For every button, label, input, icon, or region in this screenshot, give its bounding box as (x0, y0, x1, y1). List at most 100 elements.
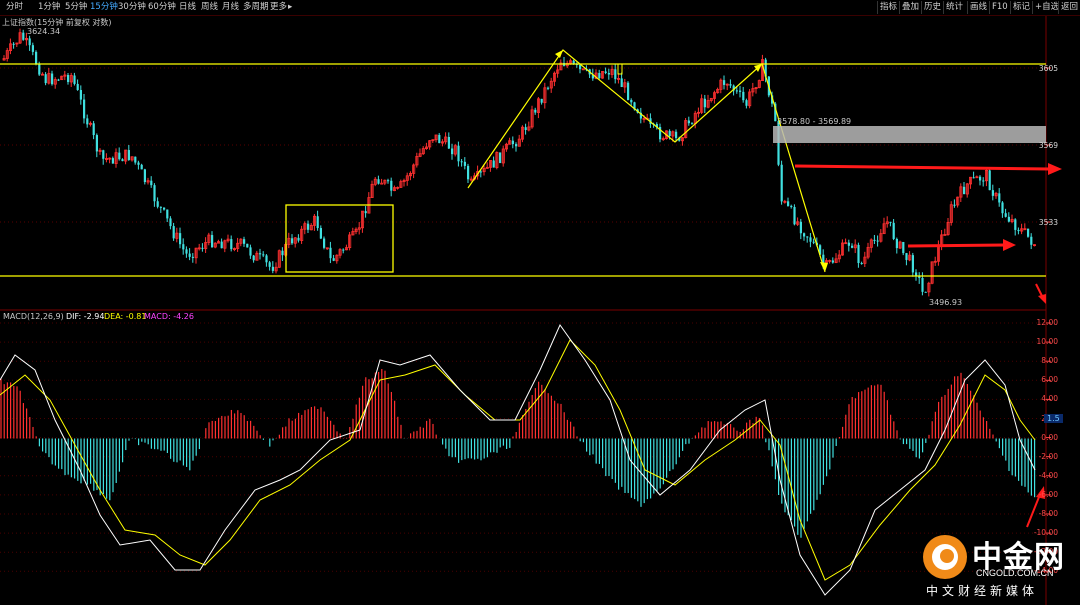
macd-title: MACD(12,26,9) (3, 312, 64, 321)
cngold-watermark: 中金网 CNGOLD.COM.CN 中文财经新媒体 (920, 530, 1080, 605)
candle-body (143, 169, 146, 183)
brand-slogan: 中文财经新媒体 (926, 584, 1039, 598)
red-arrow-head-icon (1048, 163, 1062, 175)
candle-body (137, 162, 140, 165)
candle-body (604, 71, 607, 73)
candle-body (524, 127, 527, 130)
candle-body (188, 253, 191, 257)
candle-body (342, 249, 345, 251)
candle-body (22, 32, 25, 40)
macd-tick: 12.00 (1036, 318, 1058, 327)
candle-body (739, 90, 742, 92)
candle-body (1017, 229, 1020, 232)
macd-tick: 0.00 (1041, 432, 1058, 442)
candle-body (745, 100, 748, 106)
candle-body (323, 238, 326, 248)
candle-body (806, 236, 809, 238)
resistance-zone (773, 126, 1046, 143)
candle-body (979, 176, 982, 181)
macd-tick: 10.00 (1036, 337, 1058, 347)
candle-body (156, 201, 159, 207)
candle-body (44, 74, 47, 84)
dea-line (0, 339, 1036, 581)
candle-body (51, 73, 54, 85)
candle-body (172, 226, 175, 239)
dif-value: DIF: -2.94 (66, 312, 105, 321)
candle-body (281, 250, 284, 256)
candle-body (463, 161, 466, 166)
macd-tick: 6.00 (1041, 375, 1058, 385)
candle-body (438, 134, 441, 144)
candle-body (547, 87, 550, 89)
candle-body (873, 239, 876, 241)
candle-body (915, 272, 918, 276)
candle-body (12, 43, 15, 45)
candle-body (675, 131, 678, 138)
dea-value: DEA: -0.81 (104, 312, 147, 321)
candle-body (201, 247, 204, 249)
candle-body (246, 243, 249, 248)
candle-body (457, 145, 460, 162)
candle-body (809, 237, 812, 242)
candle-body (451, 148, 454, 155)
candle-body (182, 244, 185, 250)
candle-body (73, 75, 76, 84)
macd-tick: -6.00 (1038, 489, 1058, 499)
candle-body (83, 99, 86, 119)
candle-body (95, 135, 98, 152)
candle-body (735, 90, 738, 92)
macd-tick: 4.00 (1041, 394, 1058, 404)
candle-body (28, 38, 31, 46)
candle-body (630, 99, 633, 103)
candle-body (92, 123, 95, 136)
candle-body (723, 80, 726, 85)
candle-body (211, 235, 214, 248)
candle-body (1027, 228, 1030, 237)
dif-line (0, 323, 1036, 596)
marker-box (617, 63, 623, 75)
candle-body (1001, 202, 1004, 214)
candle-body (230, 239, 233, 250)
macd-marker: 1.5 (1044, 414, 1063, 423)
candle-body (118, 152, 121, 160)
candle-body (127, 150, 130, 160)
candle-body (31, 45, 34, 52)
candle-body (851, 245, 854, 248)
candle-body (76, 83, 79, 91)
candle-body (668, 130, 671, 137)
candle-body (534, 109, 537, 113)
candle-body (822, 254, 825, 263)
macd-tick: -8.00 (1038, 509, 1058, 518)
high-price-label: 3624.34 (27, 27, 61, 36)
candle-body (252, 255, 255, 261)
candle-body (377, 179, 380, 184)
macd-value: MACD: -4.26 (144, 312, 194, 321)
candle-body (364, 211, 367, 214)
candle-body (687, 120, 690, 124)
candle-body (387, 180, 390, 182)
candle-body (540, 98, 543, 103)
candle-body (876, 240, 879, 242)
candle-body (319, 228, 322, 239)
candle-body (467, 165, 470, 180)
candle-body (121, 159, 124, 162)
candle-body (307, 223, 310, 230)
candle-body (332, 258, 335, 261)
candle-body (831, 260, 834, 263)
candle-body (991, 190, 994, 196)
candle-body (140, 164, 143, 170)
candle-body (111, 158, 114, 164)
candle-body (220, 241, 223, 249)
low-price-label: 3496.93 (929, 298, 963, 307)
candle-body (86, 118, 89, 125)
candle-body (742, 91, 745, 101)
kline-chart[interactable] (0, 0, 1080, 605)
candle-body (905, 253, 908, 260)
candle-body (924, 291, 927, 293)
candle-body (35, 51, 38, 65)
candle-body (803, 233, 806, 237)
price-tick: 3605 (1038, 64, 1058, 73)
candle-body (729, 84, 732, 86)
candle-body (1014, 219, 1017, 230)
candle-body (860, 263, 863, 265)
